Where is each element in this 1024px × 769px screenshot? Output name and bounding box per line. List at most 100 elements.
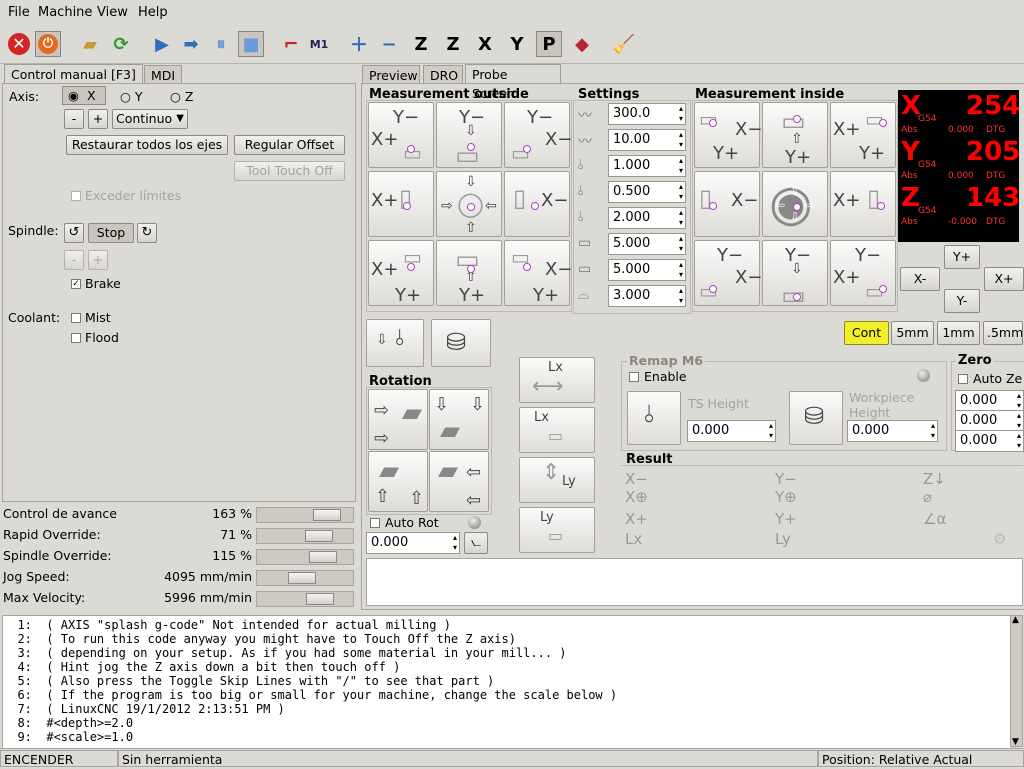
gcode-scrollbar[interactable]: ▲ ▼ xyxy=(1010,615,1023,747)
override-slider[interactable] xyxy=(256,528,354,544)
jog-plus-button[interactable]: + xyxy=(88,109,108,129)
setting-input[interactable]: 300.0 xyxy=(608,103,686,125)
ts-height-button[interactable]: ⫰ xyxy=(627,391,681,445)
touch-off-button[interactable]: Regular Offset xyxy=(234,135,345,155)
spindle-stop-button[interactable]: Stop xyxy=(88,223,134,243)
rotation-left-bottom-button[interactable]: ⇨ ▰ ⇨ xyxy=(368,389,428,450)
skip-lines-icon[interactable]: ⌐ xyxy=(278,31,304,57)
probe-down-button[interactable]: ⇩ ⫰ xyxy=(366,319,424,367)
auto-zero-checkbox[interactable] xyxy=(958,374,968,384)
home-all-button[interactable]: Restaurar todos los ejes xyxy=(66,135,228,155)
outside-xplus-edge-button[interactable]: X+ ▯ xyxy=(368,171,434,237)
gcode-line[interactable]: 2: ( To run this code anyway you might h… xyxy=(3,632,516,646)
inside-xplus-yminus-corner-button[interactable]: Y− X+ ▭ xyxy=(830,240,896,306)
view-p-icon[interactable]: P xyxy=(536,31,562,57)
spindle-faster-button[interactable]: + xyxy=(88,250,108,270)
zoom-in-icon[interactable]: ＋ xyxy=(346,31,372,57)
jog-minus-button[interactable]: - xyxy=(64,109,84,129)
rotation-top-down-button[interactable]: ⇩ ⇩ ▰ xyxy=(429,389,489,450)
auto-rot-checkbox[interactable] xyxy=(370,518,380,528)
pause-icon[interactable]: ⏸ xyxy=(208,31,234,57)
gcode-line[interactable]: 7: ( LinuxCNC 19/1/2012 2:13:51 PM ) xyxy=(3,702,284,716)
tab-manual-control[interactable]: Control manual [F3] xyxy=(4,64,143,83)
outside-xplus-yminus-corner-button[interactable]: X− Y+ ▭ xyxy=(504,240,572,306)
step-icon[interactable]: ➡ xyxy=(178,31,204,57)
slider-handle[interactable] xyxy=(287,572,316,584)
menu-machine[interactable]: Machine xyxy=(38,5,92,20)
inside-yminus-edge-button[interactable]: Y−⇩▭ xyxy=(762,240,828,311)
estop-icon[interactable]: ✕ xyxy=(6,31,32,57)
run-icon[interactable]: ▶ xyxy=(149,31,175,57)
step-1mm-button[interactable]: 1mm xyxy=(937,321,980,345)
tab-dro[interactable]: DRO xyxy=(423,65,463,84)
optional-stop-icon[interactable]: M1 xyxy=(306,31,332,57)
axis-x-radio[interactable]: ◉ X xyxy=(62,86,106,105)
inside-center-inside-button[interactable]: ◉ ⇧ ⇦ ⇨ ⇩ xyxy=(762,171,828,237)
lx-outside-button[interactable]: Lx ⟷ xyxy=(519,357,595,403)
jog-y-plus-button[interactable]: Y+ xyxy=(944,245,980,269)
step-5mm-button[interactable]: 5mm xyxy=(891,321,934,345)
setting-input[interactable]: 0.500 xyxy=(608,181,686,203)
view-z-icon[interactable]: Z xyxy=(408,31,434,57)
tab-preview[interactable]: Preview xyxy=(362,65,420,84)
spindle-ccw-icon[interactable]: ↺ xyxy=(64,223,84,243)
outside-yplus-edge-button[interactable]: Y− ⇩ ▭ xyxy=(436,102,502,171)
slider-handle[interactable] xyxy=(305,530,334,542)
outside-xminus-edge-button[interactable]: X− ▯ xyxy=(504,171,570,237)
outside-yminus-edge-button[interactable]: Y+ ⇧ ▭ xyxy=(436,240,502,306)
outside-center-outside-button[interactable]: ⇩⇨⇦⇧◯ xyxy=(436,171,502,237)
slider-handle[interactable] xyxy=(312,509,341,521)
menu-help[interactable]: Help xyxy=(138,5,168,20)
tool-setter-button[interactable]: ⛁ xyxy=(431,319,491,367)
reload-icon[interactable]: ⟳ xyxy=(108,31,134,57)
axis-z-radio[interactable]: ○ Z xyxy=(170,89,193,104)
setting-input[interactable]: 3.000 xyxy=(608,285,686,307)
ts-height-input[interactable]: 0.000 xyxy=(687,420,776,442)
step-05mm-button[interactable]: .5mm xyxy=(983,321,1023,345)
setting-input[interactable]: 5.000 xyxy=(608,259,686,281)
mist-checkbox[interactable] xyxy=(71,313,81,323)
gcode-line[interactable]: 3: ( depending on your setup. As if you … xyxy=(3,646,566,660)
menu-view[interactable]: View xyxy=(97,5,128,20)
outside-xminus-yminus-corner-button[interactable]: X+ Y+ ▭ xyxy=(368,240,434,306)
view-x-icon[interactable]: X xyxy=(472,31,498,57)
tool-touch-off-button[interactable]: Tool Touch Off xyxy=(234,161,345,181)
slider-handle[interactable] xyxy=(308,551,337,563)
workpiece-height-input[interactable]: 0.000 xyxy=(847,420,938,442)
ly-outside-button[interactable]: Ly ⇕ xyxy=(519,457,595,503)
outside-xplus-yplus-corner-button[interactable]: Y− X− ▭ xyxy=(504,102,572,168)
axis-y-radio[interactable]: ○ Y xyxy=(120,89,143,104)
slider-handle[interactable] xyxy=(305,593,334,605)
enable-checkbox[interactable] xyxy=(629,372,639,382)
jog-mode-select[interactable]: Continuo ▼ xyxy=(112,109,188,129)
setting-input[interactable]: 2.000 xyxy=(608,207,686,229)
rotation-angle-input[interactable]: 0.000 xyxy=(366,532,460,554)
override-slider[interactable] xyxy=(256,570,354,586)
flood-checkbox[interactable] xyxy=(71,333,81,343)
inside-xplus-edge-button[interactable]: X+ ▯ xyxy=(830,171,896,237)
setting-input[interactable]: 10.00 xyxy=(608,129,686,151)
scroll-up-icon[interactable]: ▲ xyxy=(1012,615,1019,625)
gcode-line[interactable]: 8: #<depth>=2.0 xyxy=(3,716,133,730)
stop-icon[interactable]: ■ xyxy=(238,31,264,57)
gcode-line[interactable]: 1: ( AXIS "splash g-code" Not intended f… xyxy=(3,618,451,632)
override-slider[interactable] xyxy=(256,507,354,523)
override-limits-checkbox[interactable] xyxy=(71,191,81,201)
scroll-down-icon[interactable]: ▼ xyxy=(1012,737,1019,747)
gcode-line[interactable]: 6: ( If the program is too big or small … xyxy=(3,688,617,702)
lx-inside-button[interactable]: Lx ▭ xyxy=(519,407,595,453)
outside-xminus-yplus-corner-button[interactable]: Y− X+ ▭ xyxy=(368,102,434,168)
jog-x-plus-button[interactable]: X+ xyxy=(984,267,1024,291)
brake-checkbox[interactable]: ✓ xyxy=(71,279,81,289)
inside-xminus-yminus-corner-button[interactable]: Y− X− ▭ xyxy=(694,240,762,306)
view-z-rotated-icon[interactable]: Z xyxy=(440,31,466,57)
open-file-icon[interactable]: ▰ xyxy=(77,31,103,57)
rotate-view-icon[interactable]: ◆ xyxy=(569,31,595,57)
zero-z-input[interactable]: 0.000 xyxy=(955,430,1024,452)
gcode-line[interactable]: 9: #<scale>=1.0 xyxy=(3,730,133,744)
gcode-view[interactable]: 1: ( AXIS "splash g-code" Not intended f… xyxy=(2,615,1012,749)
rotation-right-button[interactable]: ▰ ⇦ ⇦ xyxy=(429,451,489,512)
zoom-out-icon[interactable]: − xyxy=(376,31,402,57)
jog-x-minus-button[interactable]: X- xyxy=(900,267,940,291)
setting-input[interactable]: 5.000 xyxy=(608,233,686,255)
